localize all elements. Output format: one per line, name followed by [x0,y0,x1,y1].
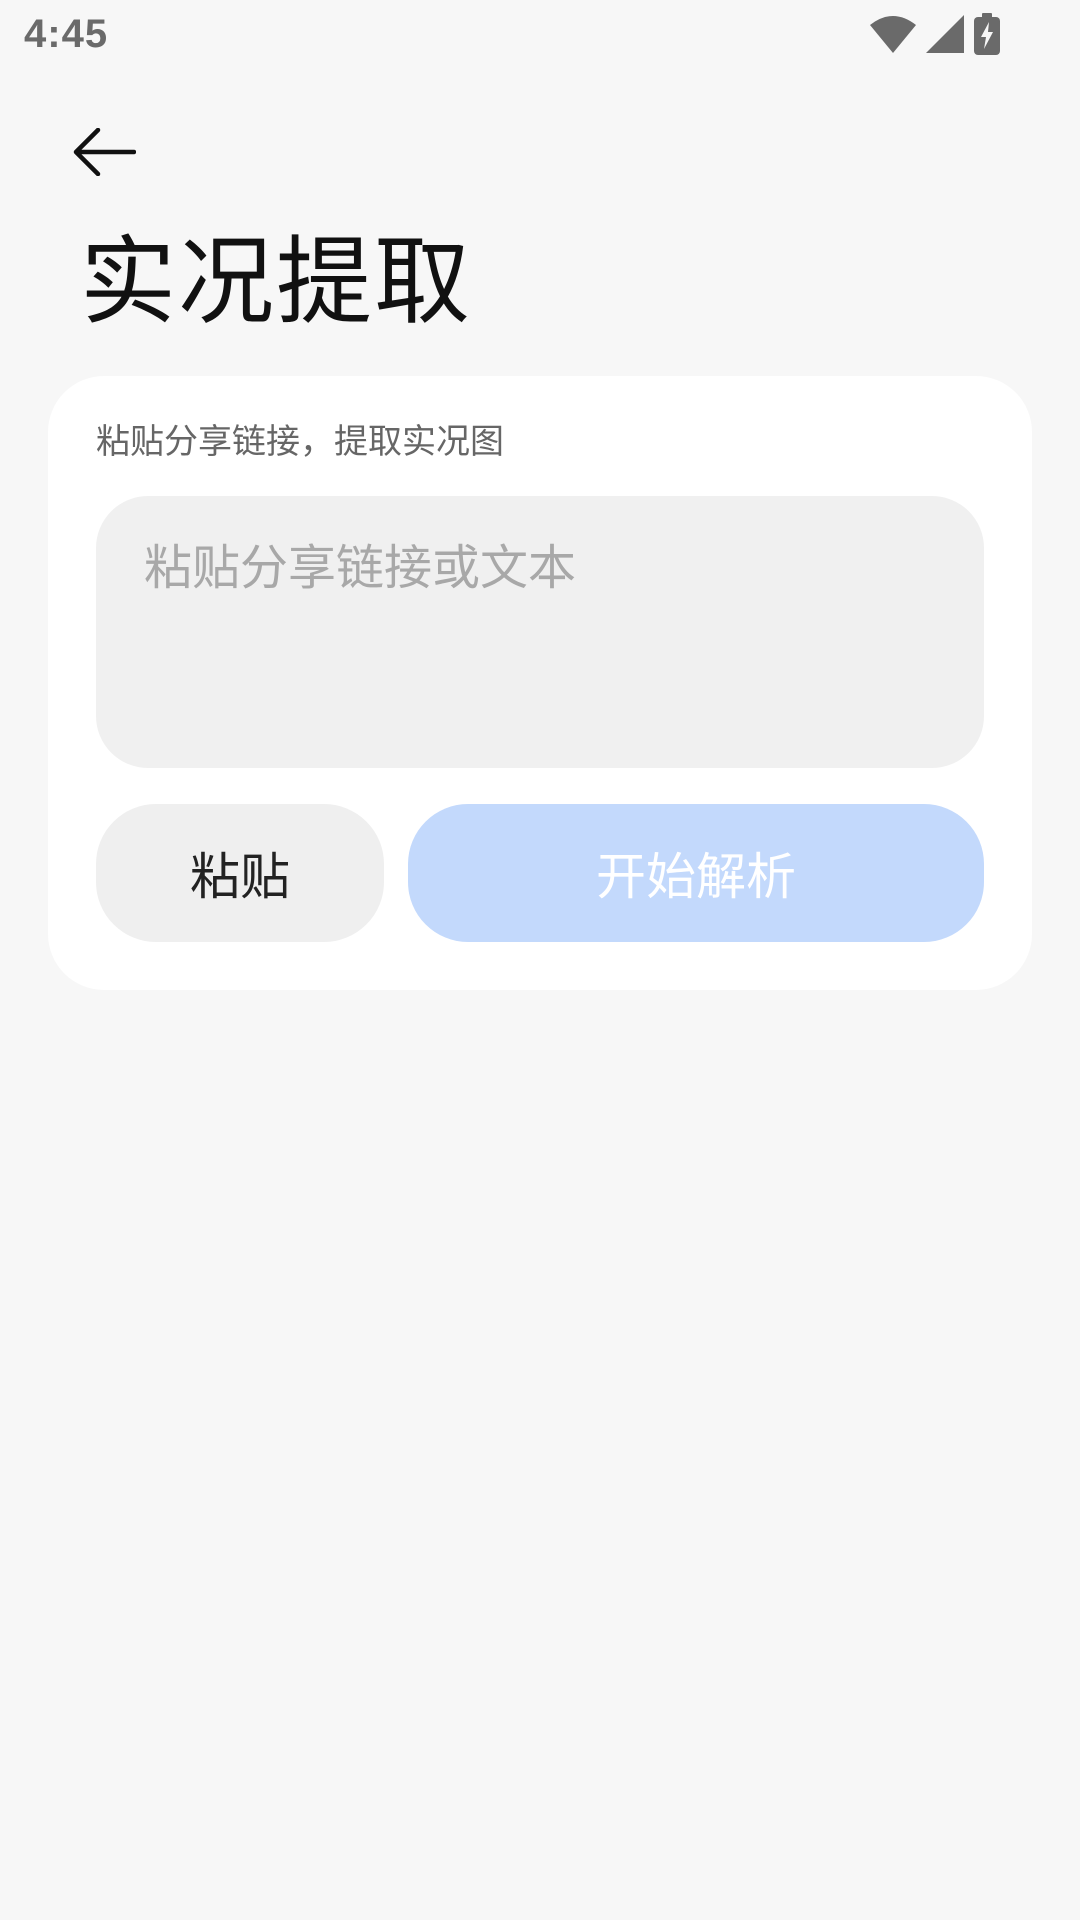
page-title: 实况提取 [80,226,472,338]
cellular-signal-icon [926,15,964,53]
arrow-left-icon [72,128,136,176]
status-bar: 4:45 [0,0,1080,72]
paste-button[interactable]: 粘贴 [96,804,384,942]
back-button[interactable] [72,116,168,188]
card-instruction-label: 粘贴分享链接，提取实况图 [96,422,504,462]
status-icons [870,12,1000,56]
start-parse-button[interactable]: 开始解析 [408,804,984,942]
extract-card: 粘贴分享链接，提取实况图 粘贴 开始解析 [48,376,1032,990]
wifi-icon [870,15,916,53]
screen: 4:45 实况提取 粘贴分享链接，提取实况图 粘贴分享链接或文本 粘贴 开始解析 [0,0,1080,1920]
status-time: 4:45 [24,12,109,56]
share-link-input[interactable] [96,496,984,768]
battery-charging-icon [974,13,1000,55]
